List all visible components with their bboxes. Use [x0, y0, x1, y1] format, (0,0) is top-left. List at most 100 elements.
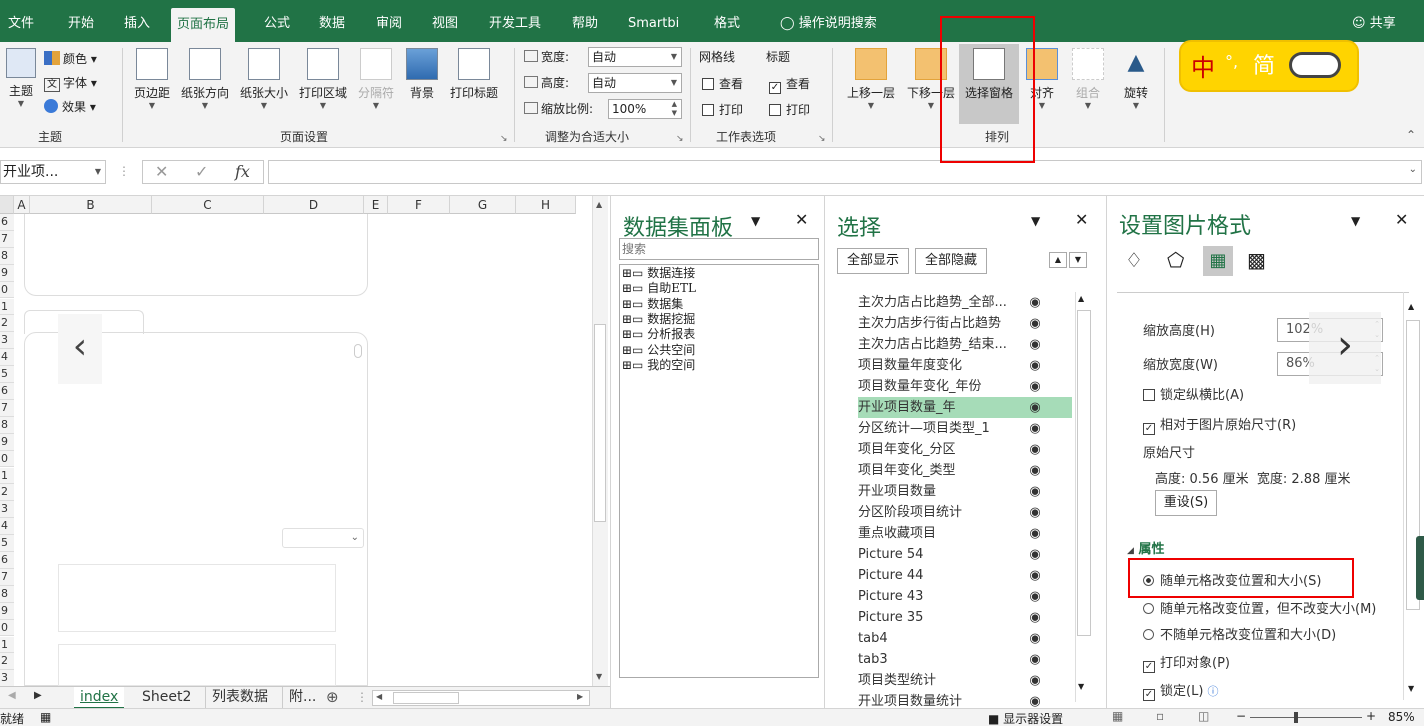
share-button[interactable]: ☺ 共享: [1346, 0, 1402, 42]
headings-view-checkbox[interactable]: ✓ 查看: [769, 73, 810, 95]
close-icon[interactable]: ✕: [795, 210, 808, 229]
dataset-tree-item[interactable]: ⊞▭ 我的空间: [622, 358, 695, 373]
tab-page-layout[interactable]: 页面布局: [171, 8, 236, 42]
column-header[interactable]: B: [30, 196, 152, 214]
scroll-next-sheet-icon[interactable]: ▶: [34, 690, 42, 701]
print-titles-button[interactable]: 打印标题: [446, 48, 502, 101]
size-button[interactable]: 纸张大小 ▼: [236, 48, 292, 111]
send-backward-button[interactable]: 下移一层 ▼: [902, 48, 960, 111]
side-handle-icon[interactable]: [1416, 536, 1424, 600]
sheet-tab-sheet2[interactable]: Sheet2: [136, 687, 197, 709]
scroll-up-icon[interactable]: ▲: [1408, 302, 1414, 311]
tab-insert[interactable]: 插入: [118, 0, 156, 42]
row-header[interactable]: 4: [0, 349, 14, 367]
sheet-tab-index[interactable]: index: [74, 687, 125, 709]
zoom-slider-thumb[interactable]: [1294, 712, 1298, 723]
row-header[interactable]: 6: [0, 552, 14, 569]
dataset-tree-item[interactable]: ⊞▭ 数据集: [622, 297, 683, 312]
tab-review[interactable]: 审阅: [370, 0, 408, 42]
row-header[interactable]: 9: [0, 264, 14, 282]
scroll-left-icon[interactable]: ◀: [376, 692, 382, 701]
eye-icon[interactable]: ◉: [1026, 313, 1044, 334]
chevron-down-icon[interactable]: ▼: [1351, 214, 1360, 228]
orientation-button[interactable]: 纸张方向 ▼: [177, 48, 233, 111]
tab-data[interactable]: 数据: [313, 0, 351, 42]
hide-all-button[interactable]: 全部隐藏: [915, 248, 987, 274]
eye-icon[interactable]: ◉: [1026, 292, 1044, 313]
headings-print-checkbox[interactable]: 打印: [769, 99, 810, 121]
chevron-left-icon[interactable]: ‹: [58, 314, 102, 384]
row-header[interactable]: 6: [0, 214, 14, 231]
tell-me-search[interactable]: ◯ 操作说明搜索: [774, 0, 883, 42]
eye-icon[interactable]: ◉: [1026, 670, 1044, 691]
relative-original-checkbox[interactable]: ✓ 相对于图片原始尺寸(R): [1143, 414, 1296, 435]
eye-icon[interactable]: ◉: [1026, 334, 1044, 355]
themes-button[interactable]: 主题 ▼: [4, 48, 38, 109]
column-header[interactable]: C: [152, 196, 264, 214]
group-button[interactable]: 组合 ▼: [1070, 48, 1106, 111]
zoom-out-icon[interactable]: −: [1236, 709, 1246, 723]
formula-input[interactable]: ⌄: [268, 160, 1422, 184]
format-scrollbar[interactable]: ▲ ▼: [1403, 292, 1421, 700]
size-properties-icon[interactable]: ▦: [1203, 246, 1233, 276]
row-header[interactable]: 7: [0, 230, 14, 248]
row-header[interactable]: 2: [0, 484, 14, 502]
eye-icon[interactable]: ◉: [1026, 565, 1044, 586]
vertical-scrollbar[interactable]: ▲ ▼: [592, 196, 608, 686]
dropdown-shape[interactable]: ⌄: [282, 528, 364, 548]
rotate-button[interactable]: ▲ 旋转 ▼: [1118, 48, 1154, 111]
fill-line-icon[interactable]: ♢: [1125, 248, 1143, 272]
tab-file[interactable]: 文件: [2, 0, 40, 42]
row-header[interactable]: 5: [0, 366, 14, 383]
insert-function-icon[interactable]: fx: [235, 161, 250, 183]
zoom-slider[interactable]: [1250, 717, 1362, 718]
row-header[interactable]: 3: [0, 670, 14, 688]
sheet-tab-list-data[interactable]: 列表数据: [205, 687, 274, 709]
selection-pane-button[interactable]: 选择窗格: [959, 44, 1019, 124]
background-button[interactable]: 背景: [404, 48, 440, 101]
column-header[interactable]: G: [450, 196, 516, 214]
eye-icon[interactable]: ◉: [1026, 607, 1044, 628]
close-icon[interactable]: ✕: [1395, 210, 1408, 229]
scale-spinner[interactable]: 100% ▲ ▼: [608, 99, 682, 119]
macro-record-icon[interactable]: ▦: [40, 710, 51, 724]
row-header[interactable]: 7: [0, 568, 14, 586]
row-header[interactable]: 7: [0, 399, 14, 417]
column-header[interactable]: A: [14, 196, 30, 214]
gridlines-print-checkbox[interactable]: 打印: [702, 99, 743, 121]
row-header[interactable]: 9: [0, 433, 14, 451]
eye-icon[interactable]: ◉: [1026, 439, 1044, 460]
align-button[interactable]: 对齐 ▼: [1024, 48, 1060, 111]
scroll-down-icon[interactable]: ▼: [596, 672, 602, 681]
tab-smartbi[interactable]: Smartbi: [622, 0, 685, 42]
row-header[interactable]: 0: [0, 281, 14, 299]
display-settings[interactable]: ■ 显示器设置: [988, 710, 1063, 727]
scroll-down-icon[interactable]: ▼: [1078, 682, 1084, 691]
zoom-in-icon[interactable]: +: [1366, 709, 1376, 723]
collapse-ribbon-icon[interactable]: ⌃: [1406, 128, 1416, 142]
eye-icon[interactable]: ◉: [1026, 397, 1044, 418]
lock-ratio-checkbox[interactable]: 锁定纵横比(A): [1143, 384, 1244, 403]
horizontal-scrollbar[interactable]: ◀ ▶: [372, 690, 590, 706]
eye-icon[interactable]: ◉: [1026, 502, 1044, 523]
width-select[interactable]: 自动 ▼: [588, 47, 682, 67]
row-header[interactable]: 8: [0, 585, 14, 603]
eye-icon[interactable]: ◉: [1026, 418, 1044, 439]
eye-icon[interactable]: ◉: [1026, 649, 1044, 670]
add-sheet-icon[interactable]: ⊕: [326, 688, 339, 706]
scroll-thumb[interactable]: [594, 324, 606, 522]
row-header[interactable]: 1: [0, 298, 14, 316]
move-up-icon[interactable]: ▲: [1049, 252, 1067, 268]
scroll-thumb[interactable]: [1077, 310, 1091, 636]
picture-icon[interactable]: ▩: [1247, 248, 1266, 272]
column-header[interactable]: D: [264, 196, 364, 214]
eye-icon[interactable]: ◉: [1026, 376, 1044, 397]
breaks-button[interactable]: 分隔符 ▼: [354, 48, 398, 111]
row-header[interactable]: 5: [0, 535, 14, 552]
margins-button[interactable]: 页边距 ▼: [130, 48, 174, 111]
dataset-tree-item[interactable]: ⊞▭ 公共空间: [622, 343, 695, 358]
locked-checkbox[interactable]: ✓ 锁定(L) ⓘ: [1143, 680, 1219, 701]
eye-icon[interactable]: ◉: [1026, 481, 1044, 502]
row-header[interactable]: 6: [0, 383, 14, 400]
column-header[interactable]: F: [388, 196, 450, 214]
